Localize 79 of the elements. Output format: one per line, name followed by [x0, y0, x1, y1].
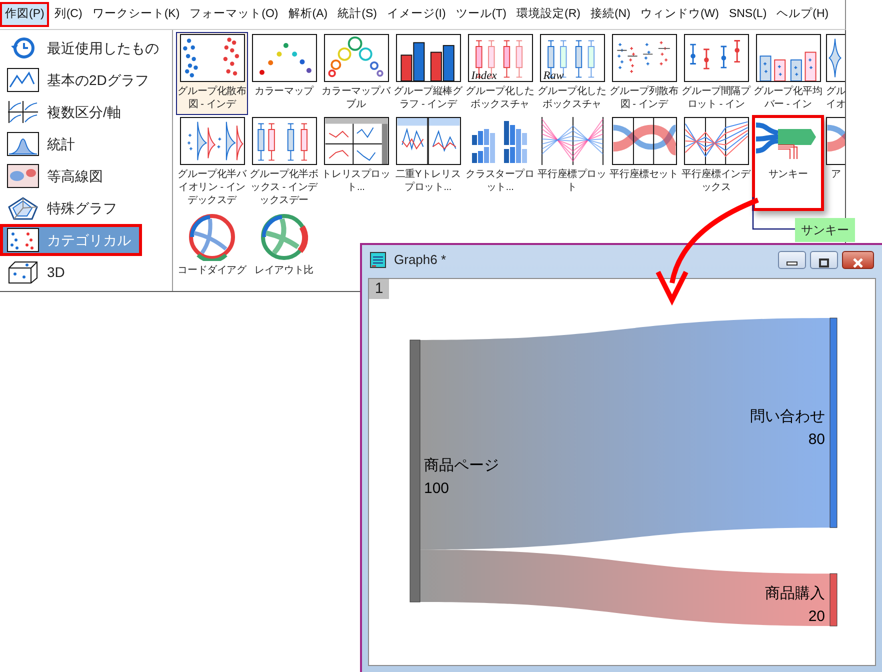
gallery-item[interactable]: サンキー [752, 115, 824, 211]
menu-item[interactable]: ツール(T) [450, 2, 512, 27]
node-value: 100 [424, 480, 450, 497]
bar-chart-icon [396, 34, 460, 82]
gallery-item[interactable]: グループ縦棒グラフ - インデ [392, 32, 464, 115]
gallery-item[interactable]: 平行座標インデックス [680, 115, 752, 211]
sidebar-item[interactable]: 3D [0, 256, 172, 288]
color-dots-icon [252, 34, 316, 82]
menu-item[interactable]: SNS(L) [724, 2, 772, 27]
error-bar-icon [684, 34, 748, 82]
thumbnail-caption: Raw [542, 70, 564, 82]
cube-icon [7, 260, 39, 284]
gallery-item[interactable]: 平行座標セット [608, 115, 680, 211]
gallery-item[interactable]: グループ化散布図 - インデ [176, 32, 248, 115]
menu-item[interactable]: ヘルプ(H) [772, 2, 834, 27]
window-title: Graph6 * [394, 251, 446, 270]
gallery-item[interactable]: グループ列散布図 - インデ [608, 32, 680, 115]
menu-item[interactable]: ウィンドウ(W) [635, 2, 724, 27]
tooltip: サンキー [795, 218, 855, 242]
gallery-item[interactable]: コードダイアグ [176, 211, 248, 281]
menu-item[interactable]: フォーマット(O) [184, 2, 284, 27]
bubble-chart-icon [324, 34, 388, 82]
thumbnail-caption: Index [470, 70, 496, 82]
contour-map-icon [7, 164, 39, 188]
gallery-item[interactable]: トレリスプロット... [320, 115, 392, 211]
gallery-item[interactable]: グループ化平均バー - イン [752, 32, 824, 115]
menu-item[interactable]: 接続(N) [585, 2, 636, 27]
histogram-icon [7, 132, 39, 156]
node-label: 問い合わせ [750, 408, 825, 425]
node-value: 20 [808, 608, 825, 625]
gallery-item[interactable]: ア [824, 115, 845, 211]
half-violin-icon [180, 117, 244, 165]
multi-panel-icon [7, 100, 39, 124]
sidebar-item[interactable]: 等高線図 [0, 160, 172, 192]
gallery-item[interactable]: Index グループ化したボックスチャ [464, 32, 536, 115]
minimize-button[interactable] [778, 251, 806, 269]
scatter-plot-icon [180, 34, 244, 82]
menu-item[interactable]: 列(C) [49, 2, 88, 27]
gallery-item[interactable]: 二重Yトレリスプロット... [392, 115, 464, 211]
dot-column-icon [612, 34, 676, 82]
parallel-sets-icon [612, 117, 676, 165]
sidebar-item[interactable]: 最近使用したもの [0, 32, 172, 64]
menu-item[interactable]: 解析(A) [283, 2, 333, 27]
scatter-dots-icon [7, 228, 39, 252]
sidebar-item[interactable]: 基本の2Dグラフ [0, 64, 172, 96]
gallery-item[interactable]: クラスタープロット... [464, 115, 536, 211]
sidebar-item[interactable]: 複数区分/軸 [0, 96, 172, 128]
parallel-lines-icon [684, 117, 748, 165]
node-value: 80 [808, 430, 825, 448]
dual-axis-trellis-icon [396, 117, 460, 165]
line-chart-icon [7, 68, 39, 92]
gallery-item[interactable]: カラーマップ [248, 32, 320, 115]
gallery-item[interactable]: 平行座標プロット [536, 115, 608, 211]
menu-item[interactable]: 環境設定(R) [512, 2, 586, 27]
gallery-item[interactable]: Raw グループ化したボックスチャ [536, 32, 608, 115]
gallery-item[interactable]: グループ化半ボックス - インデックスデー [248, 115, 320, 211]
half-box-icon [252, 117, 316, 165]
close-button[interactable] [842, 251, 874, 269]
gallery-item[interactable]: カラーマップバブル [320, 32, 392, 115]
pentagon-radar-icon [7, 196, 39, 220]
error-bar-chart-icon [756, 34, 820, 82]
gallery-item[interactable]: グループ化半バイオリン - インデックスデ [176, 115, 248, 211]
sidebar-item[interactable]: 統計 [0, 128, 172, 160]
menu-item[interactable]: ワークシート(K) [87, 2, 185, 27]
gallery-item[interactable]: レイアウト比 [248, 211, 320, 281]
node-label: 商品ページ [424, 457, 499, 474]
maximize-button[interactable] [810, 251, 838, 269]
leader-line [752, 197, 795, 230]
node-label: 商品購入 [765, 584, 825, 602]
trellis-plot-icon [324, 117, 388, 165]
menu-item[interactable]: 作図(P) [0, 2, 50, 27]
close-icon [852, 258, 864, 268]
maximize-icon [818, 258, 830, 268]
graph-window-icon [370, 252, 386, 268]
menu-item[interactable]: イメージ(I) [382, 2, 451, 27]
layer-tab[interactable]: 1 [369, 279, 389, 299]
gallery-item[interactable]: グループ間隔プロット - イン [680, 32, 752, 115]
sidebar-item[interactable]: 特殊グラフ [0, 192, 172, 224]
menu-item[interactable]: 統計(S) [332, 2, 382, 27]
